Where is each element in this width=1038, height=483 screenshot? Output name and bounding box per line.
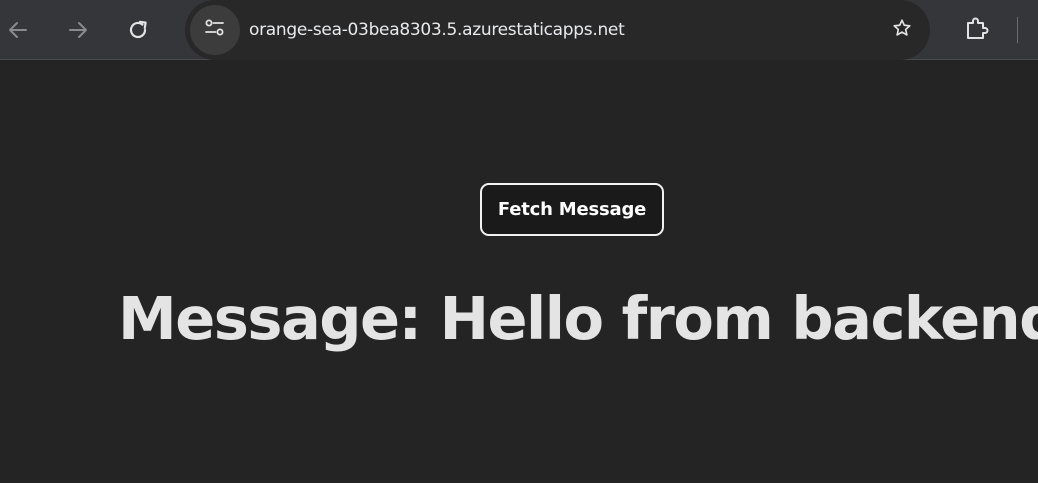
url-text[interactable]: orange-sea-03bea8303.5.azurestaticapps.n… <box>249 18 625 42</box>
arrow-left-icon <box>7 19 29 41</box>
reload-icon <box>126 18 150 42</box>
site-info-button[interactable] <box>190 5 240 55</box>
page-content: Fetch Message Message: Hello from backen… <box>0 61 1038 483</box>
message-text: Message: Hello from backend! <box>118 284 1038 353</box>
puzzle-icon <box>963 14 991 46</box>
browser-toolbar: orange-sea-03bea8303.5.azurestaticapps.n… <box>0 0 1038 60</box>
arrow-right-icon <box>67 19 89 41</box>
toolbar-divider <box>1017 17 1018 43</box>
reload-button[interactable] <box>121 13 155 47</box>
forward-button[interactable] <box>61 13 95 47</box>
star-icon <box>891 17 913 43</box>
extensions-button[interactable] <box>959 12 995 48</box>
fetch-message-button[interactable]: Fetch Message <box>480 183 664 236</box>
tune-icon <box>203 16 227 44</box>
bookmark-button[interactable] <box>885 13 919 47</box>
back-button[interactable] <box>1 13 35 47</box>
